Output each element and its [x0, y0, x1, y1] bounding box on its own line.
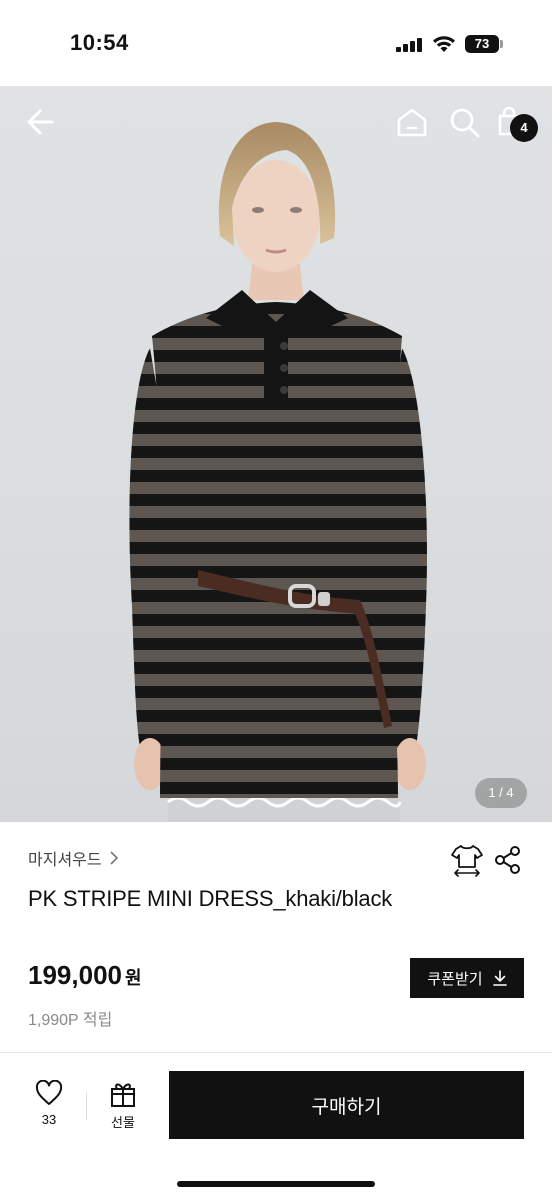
buy-button[interactable]: 구매하기: [169, 1071, 524, 1139]
cellular-signal-icon: [396, 38, 424, 52]
reward-points: 1,990P 적립: [28, 1012, 113, 1029]
home-indicator: [177, 1181, 375, 1187]
gift-icon: [111, 1083, 135, 1107]
coupon-download-button[interactable]: 쿠폰받기: [410, 958, 524, 998]
back-arrow-icon[interactable]: [22, 104, 62, 140]
home-icon[interactable]: [394, 104, 430, 140]
product-price: 199,000: [28, 960, 122, 990]
section-divider: [0, 1052, 552, 1053]
download-icon: [492, 970, 507, 986]
price-unit: 원: [124, 968, 142, 988]
cart-count-badge: 4: [510, 114, 538, 142]
brand-name: 마지셔우드: [28, 852, 102, 869]
image-page-indicator: 1 / 4: [475, 778, 527, 808]
like-button[interactable]: 33: [24, 1080, 74, 1136]
gift-button[interactable]: 선물: [98, 1080, 148, 1136]
action-divider: [86, 1092, 87, 1120]
status-time: 10:54: [70, 30, 129, 55]
brand-link[interactable]: 마지셔우드: [28, 846, 120, 870]
status-bar: 10:54 73: [0, 0, 552, 86]
like-count: 33: [41, 1112, 57, 1127]
share-icon[interactable]: [494, 845, 522, 875]
price-row: 199,000 원: [28, 960, 142, 991]
battery-tip: [500, 40, 503, 48]
chevron-right-icon: [110, 851, 118, 865]
shirt-size-icon[interactable]: [450, 843, 484, 877]
coupon-button-label: 쿠폰받기: [427, 970, 483, 988]
wifi-icon: [433, 36, 455, 52]
product-title: PK STRIPE MINI DRESS_khaki/black: [28, 886, 393, 911]
gift-label: 선물: [111, 1115, 135, 1130]
heart-icon: [35, 1080, 63, 1105]
battery-icon: 73: [465, 35, 499, 53]
search-icon[interactable]: [446, 104, 482, 140]
product-photo: [129, 122, 427, 822]
product-image-gallery[interactable]: 4 1 / 4: [0, 86, 552, 822]
